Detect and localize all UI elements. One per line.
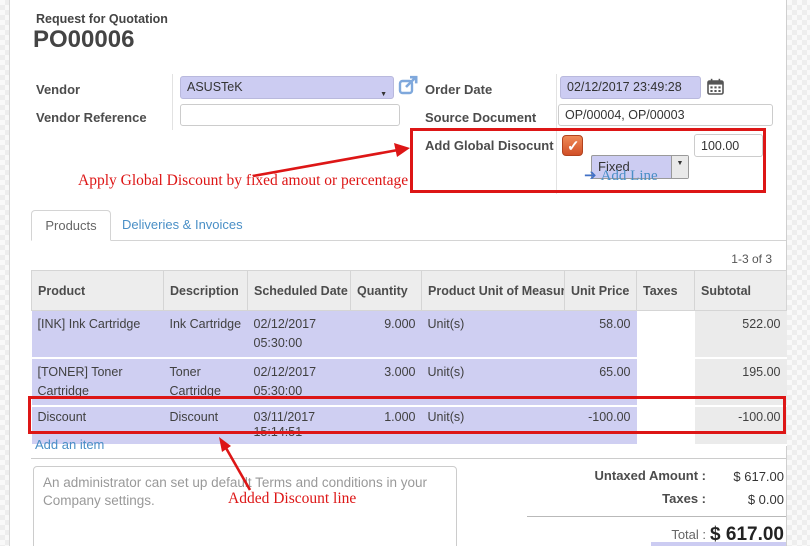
tab-products[interactable]: Products xyxy=(31,210,111,241)
untaxed-amount-value: $ 617.00 xyxy=(686,469,784,484)
add-item-label: Add an item xyxy=(35,437,104,452)
tabs-baseline xyxy=(31,240,786,241)
source-document-label: Source Document xyxy=(425,110,536,125)
annotation-note-added-line: Added Discount line xyxy=(228,490,356,508)
table-row-ink[interactable]: [INK] Ink Cartridge Ink Cartridge 02/12/… xyxy=(32,311,787,359)
totals-divider xyxy=(527,516,786,517)
page-title: PO00006 xyxy=(33,26,134,54)
column-header-taxes[interactable]: Taxes xyxy=(637,271,695,311)
request-for-quotation-page: Request for Quotation PO00006 Vendor ASU… xyxy=(0,0,810,546)
column-header-quantity[interactable]: Quantity xyxy=(351,271,422,311)
tab-deliveries-invoices-label: Deliveries & Invoices xyxy=(122,217,243,232)
untaxed-amount-label: Untaxed Amount : xyxy=(525,468,706,483)
column-header-product[interactable]: Product xyxy=(32,271,164,311)
order-date-value: 02/12/2017 23:49:28 xyxy=(567,80,682,94)
chevron-down-icon: ▼ xyxy=(380,84,387,99)
order-date-field[interactable]: 02/12/2017 23:49:28 xyxy=(560,76,701,99)
annotation-box-discount-row xyxy=(28,396,786,434)
column-header-description[interactable]: Description xyxy=(164,271,248,311)
cell-scheduled-date[interactable]: 02/12/2017 05:30:00 xyxy=(248,311,351,359)
column-header-scheduled-date[interactable]: Scheduled Date xyxy=(248,271,351,311)
external-link-icon[interactable] xyxy=(398,75,419,96)
annotation-note-discount: Apply Global Discount by fixed amout or … xyxy=(78,172,408,190)
source-document-input[interactable] xyxy=(558,104,773,126)
cell-taxes[interactable] xyxy=(637,311,695,359)
add-item-link[interactable]: Add an item xyxy=(35,437,104,452)
right-edge-strip xyxy=(786,0,810,546)
calendar-icon[interactable] xyxy=(707,78,724,95)
vendor-reference-input[interactable] xyxy=(180,104,400,126)
left-edge-strip xyxy=(0,0,10,546)
cell-quantity[interactable]: 9.000 xyxy=(351,311,422,359)
column-header-unit-price[interactable]: Unit Price xyxy=(565,271,637,311)
column-header-subtotal[interactable]: Subtotal xyxy=(695,271,787,311)
vendor-label: Vendor xyxy=(36,82,80,97)
section-separator xyxy=(31,458,786,459)
cell-description[interactable]: Ink Cartridge xyxy=(164,311,248,359)
column-header-uom[interactable]: Product Unit of Measure xyxy=(422,271,565,311)
cell-product[interactable]: [INK] Ink Cartridge xyxy=(32,311,164,359)
table-header-row: Product Description Scheduled Date Quant… xyxy=(32,271,787,311)
taxes-label: Taxes : xyxy=(525,491,706,506)
vendor-value: ASUSTeK xyxy=(187,80,243,94)
form-group-divider-left xyxy=(172,74,173,130)
pager-text[interactable]: 1-3 of 3 xyxy=(700,252,772,266)
total-highlight-strip xyxy=(651,542,786,546)
vendor-select[interactable]: ASUSTeK ▼ xyxy=(180,76,394,99)
tab-products-label: Products xyxy=(45,218,96,233)
order-date-label: Order Date xyxy=(425,82,492,97)
breadcrumb: Request for Quotation xyxy=(36,12,168,26)
cell-unit-price[interactable]: 58.00 xyxy=(565,311,637,359)
vendor-reference-label: Vendor Reference xyxy=(36,110,147,125)
cell-subtotal: 522.00 xyxy=(695,311,787,359)
tab-deliveries-invoices[interactable]: Deliveries & Invoices xyxy=(122,217,243,232)
cell-uom[interactable]: Unit(s) xyxy=(422,311,565,359)
taxes-value: $ 0.00 xyxy=(686,492,784,507)
annotation-box-global-discount xyxy=(410,128,766,193)
